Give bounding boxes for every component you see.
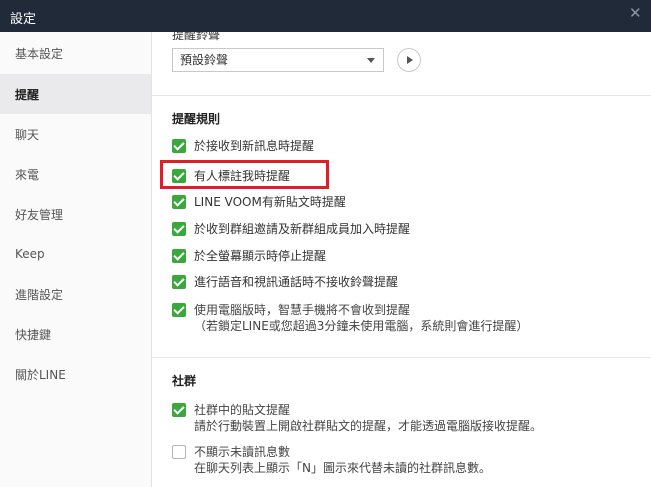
rule-option-calls[interactable]: 進行語音和視訊通話時不接收鈴聲提醒 xyxy=(172,274,398,290)
sidebar-item-notifications[interactable]: 提醒 xyxy=(0,74,151,114)
checkbox[interactable] xyxy=(172,445,186,459)
option-label: LINE VOOM有新貼文時提醒 xyxy=(194,195,346,209)
highlight-box xyxy=(160,160,329,189)
chevron-down-icon xyxy=(367,58,375,63)
option-label: 於全螢幕顯示時停止提醒 xyxy=(194,249,327,263)
checkbox[interactable] xyxy=(172,222,186,236)
rule-option-group-invite[interactable]: 於收到群組邀請及新群組成員加入時提醒 xyxy=(172,221,410,237)
sidebar: 基本設定 提醒 聊天 來電 好友管理 Keep 進階設定 快捷鍵 關於LINE xyxy=(0,32,152,487)
rule-option-fullscreen[interactable]: 於全螢幕顯示時停止提醒 xyxy=(172,248,326,264)
sidebar-item-shortcuts[interactable]: 快捷鍵 xyxy=(0,314,151,354)
checkbox[interactable] xyxy=(172,139,186,153)
ringtone-select-value: 預設鈴聲 xyxy=(180,53,229,67)
sidebar-item-calls[interactable]: 來電 xyxy=(0,154,151,194)
option-label: 於接收到新訊息時提醒 xyxy=(194,139,315,153)
sidebar-item-chat[interactable]: 聊天 xyxy=(0,114,151,154)
sidebar-item-advanced[interactable]: 進階設定 xyxy=(0,274,151,314)
window-title: 設定 xyxy=(10,12,37,27)
option-description: 在聊天列表上顯示「N」圖示來代替未讀的社群訊息數。 xyxy=(194,461,491,475)
rules-section-title: 提醒規則 xyxy=(172,112,221,126)
play-icon xyxy=(407,56,413,64)
rule-option-pc-mode[interactable]: 使用電腦版時，智慧手機將不會收到提醒 （若鎖定LINE或您超過3分鐘未使用電腦，… xyxy=(172,302,528,334)
option-description: （若鎖定LINE或您超過3分鐘未使用電腦，系統則會進行提醒） xyxy=(194,319,529,333)
option-label: 不顯示未讀訊息數 xyxy=(194,445,291,459)
title-bar: 設定 ✕ xyxy=(0,0,651,32)
community-section-title: 社群 xyxy=(172,374,197,388)
sound-label: 提醒鈴聲 xyxy=(172,32,221,42)
rule-option-voom[interactable]: LINE VOOM有新貼文時提醒 xyxy=(172,194,346,210)
ringtone-select[interactable]: 預設鈴聲 xyxy=(172,48,384,72)
settings-content: 提醒鈴聲 預設鈴聲 提醒規則 於接收到新訊息時提醒 有人標註我時提醒 LINE … xyxy=(152,32,651,487)
community-option-hide-unread[interactable]: 不顯示未讀訊息數 在聊天列表上顯示「N」圖示來代替未讀的社群訊息數。 xyxy=(172,444,491,476)
sidebar-item-about[interactable]: 關於LINE xyxy=(0,354,151,394)
checkbox[interactable] xyxy=(172,403,186,417)
sidebar-item-friends[interactable]: 好友管理 xyxy=(0,194,151,234)
section-divider xyxy=(152,95,651,96)
option-label: 於收到群組邀請及新群組成員加入時提醒 xyxy=(194,222,411,236)
section-divider xyxy=(152,357,651,358)
close-icon[interactable]: ✕ xyxy=(629,6,643,21)
sidebar-item-basic[interactable]: 基本設定 xyxy=(0,32,151,74)
option-label: 進行語音和視訊通話時不接收鈴聲提醒 xyxy=(194,275,399,289)
checkbox[interactable] xyxy=(172,195,186,209)
sidebar-item-keep[interactable]: Keep xyxy=(0,234,151,274)
rule-option-new-message[interactable]: 於接收到新訊息時提醒 xyxy=(172,138,314,154)
checkbox[interactable] xyxy=(172,249,186,263)
play-sound-button[interactable] xyxy=(397,48,421,72)
checkbox[interactable] xyxy=(172,303,186,317)
checkbox[interactable] xyxy=(172,275,186,289)
option-label: 社群中的貼文提醒 xyxy=(194,403,291,417)
option-label: 使用電腦版時，智慧手機將不會收到提醒 xyxy=(194,303,411,317)
option-description: 請於行動裝置上開啟社群貼文的提醒，才能透過電腦版接收提醒。 xyxy=(194,419,543,433)
community-option-posts[interactable]: 社群中的貼文提醒 請於行動裝置上開啟社群貼文的提醒，才能透過電腦版接收提醒。 xyxy=(172,402,542,434)
